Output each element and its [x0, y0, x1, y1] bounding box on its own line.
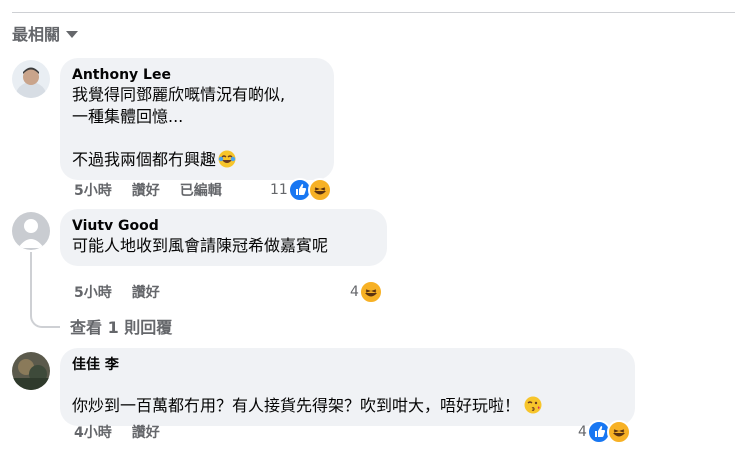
comment-actions: 5小時 讚好 已編輯 — [74, 180, 222, 200]
sort-dropdown[interactable]: 最相關 — [12, 21, 79, 45]
like-button[interactable]: 讚好 — [132, 282, 160, 302]
comment-actions: 4小時 讚好 — [74, 422, 160, 442]
reaction-summary[interactable]: 11 — [270, 178, 332, 202]
timestamp[interactable]: 5小時 — [74, 282, 112, 302]
reaction-count: 4 — [578, 424, 587, 440]
haha-reaction-icon — [358, 280, 383, 304]
edited-label[interactable]: 已編輯 — [180, 180, 222, 200]
comment-text: 我覺得同鄧麗欣嘅情況有啲似, 一種集體回憶... 不過我兩個都冇興趣 — [72, 85, 286, 169]
author-name[interactable]: Anthony Lee — [72, 66, 322, 84]
haha-reaction-icon — [307, 178, 332, 202]
section-divider — [12, 12, 735, 13]
avatar[interactable] — [12, 60, 50, 98]
author-name[interactable]: 佳佳 李 — [72, 356, 623, 374]
comment-text: 可能人地收到風會請陳冠希做嘉賓呢 — [72, 236, 329, 255]
haha-reaction-icon — [606, 420, 631, 444]
reaction-count: 11 — [270, 182, 288, 198]
timestamp[interactable]: 5小時 — [74, 180, 112, 200]
comment-text: 你炒到一百萬都冇用？有人接貨先得架？吹到咁大，唔好玩啦！ — [72, 374, 623, 417]
sort-label: 最相關 — [12, 25, 61, 44]
comment-actions: 5小時 讚好 — [74, 282, 160, 302]
kiss-wink-emoji — [524, 374, 542, 414]
reply-thread-line — [30, 252, 60, 328]
tears-of-joy-emoji — [218, 128, 236, 168]
view-replies-link[interactable]: 查看 1 則回覆 — [70, 314, 172, 338]
avatar[interactable] — [12, 352, 50, 390]
caret-down-icon — [66, 31, 79, 38]
reaction-count: 4 — [350, 284, 359, 300]
comment-bubble: 佳佳 李 你炒到一百萬都冇用？有人接貨先得架？吹到咁大，唔好玩啦！ — [60, 348, 635, 426]
timestamp[interactable]: 4小時 — [74, 422, 112, 442]
avatar[interactable] — [12, 212, 50, 250]
comment-bubble: Anthony Lee 我覺得同鄧麗欣嘅情況有啲似, 一種集體回憶... 不過我… — [60, 58, 334, 180]
like-button[interactable]: 讚好 — [132, 422, 160, 442]
reaction-summary[interactable]: 4 — [578, 420, 631, 444]
reaction-summary[interactable]: 4 — [350, 280, 383, 304]
author-name[interactable]: Viutv Good — [72, 217, 375, 235]
like-button[interactable]: 讚好 — [132, 180, 160, 200]
comment-bubble: Viutv Good 可能人地收到風會請陳冠希做嘉賓呢 — [60, 209, 387, 266]
